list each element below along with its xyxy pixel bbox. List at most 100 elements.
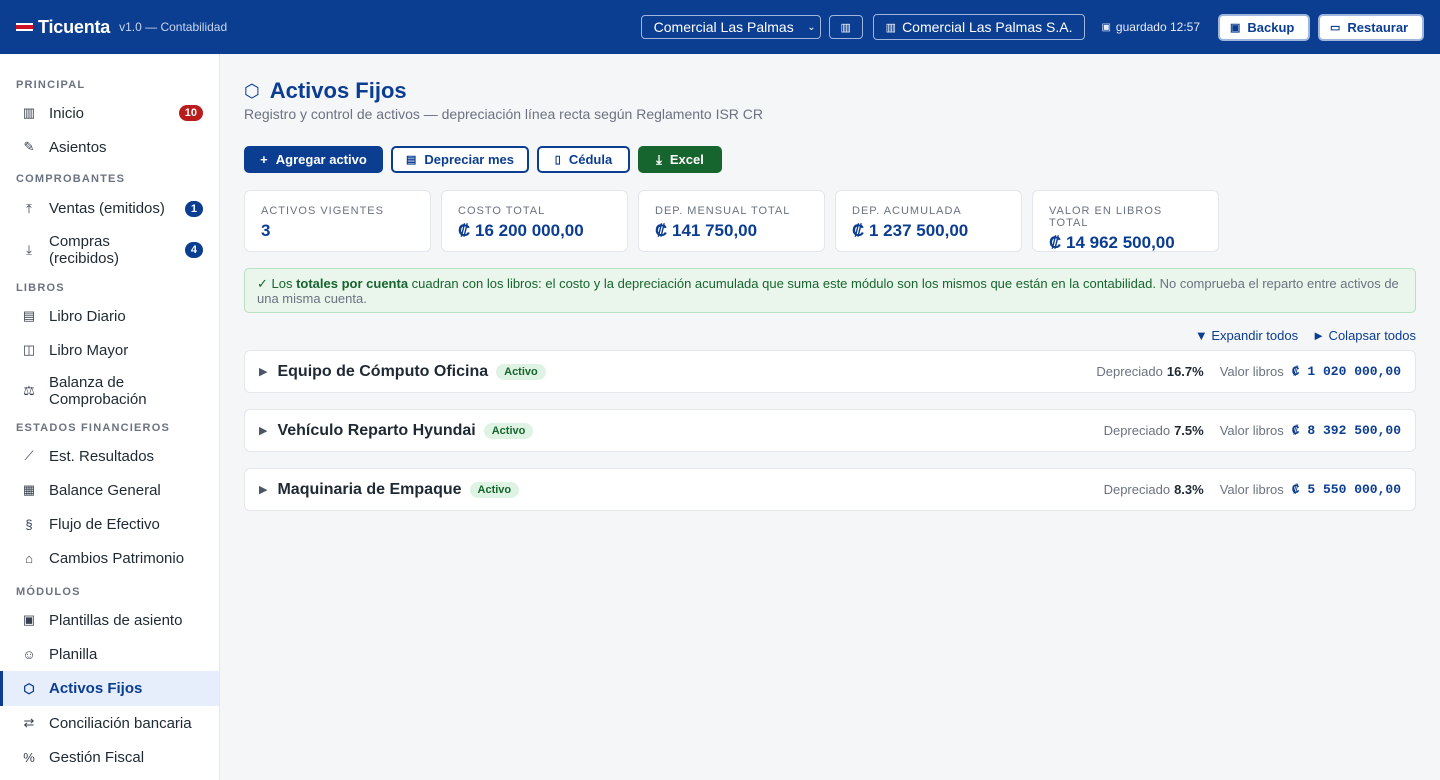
backup-button[interactable]: ▣ Backup xyxy=(1218,13,1310,41)
sidebar-item-label: Libro Diario xyxy=(49,307,126,325)
page-subtitle: Registro y control de activos — deprecia… xyxy=(244,106,764,122)
kpi-label: DEP. ACUMULADA xyxy=(852,205,962,217)
active-company-name: Comercial Las Palmas S.A. xyxy=(902,19,1073,35)
kpi-value: 3 xyxy=(261,221,271,240)
cedula-label: Cédula xyxy=(568,152,613,167)
notice-check: ✓ Los xyxy=(257,276,297,291)
depreciate-month-button[interactable]: ▤ Depreciar mes xyxy=(391,146,529,173)
sidebar-item-label: Libro Mayor xyxy=(49,341,129,359)
line-chart-icon: ⟋ xyxy=(24,448,34,463)
download-icon: ⤓ xyxy=(656,151,662,167)
sidebar-item-gestion-fiscal[interactable]: % Gestión Fiscal xyxy=(0,740,219,774)
kpi-activos-vigentes: ACTIVOS VIGENTES 3 xyxy=(244,190,431,252)
asset-row[interactable]: ▶ Equipo de Cómputo Oficina Activo Depre… xyxy=(244,350,1416,393)
scale-icon: ⚖ xyxy=(23,383,35,398)
depreciated-value: 8.3% xyxy=(1174,482,1204,497)
sidebar-section-estados: ESTADOS FINANCIEROS xyxy=(16,422,170,434)
sidebar-item-label: Balanza de Comprobación xyxy=(49,374,147,408)
expand-collapse-controls: ▼ Expandir todos ► Colapsar todos xyxy=(1195,328,1416,343)
depreciate-month-label: Depreciar mes xyxy=(424,152,515,167)
save-status: ▣ guardado 12:57 xyxy=(1101,20,1200,34)
sidebar-item-libro-mayor[interactable]: ◫ Libro Mayor xyxy=(0,333,219,367)
sidebar-item-plantillas[interactable]: ▣ Plantillas de asiento xyxy=(0,603,219,637)
sidebar-section-comprobantes: COMPROBANTES xyxy=(16,173,126,185)
sidebar-item-planilla[interactable]: ☺ Planilla xyxy=(0,637,219,671)
kpi-label: COSTO TOTAL xyxy=(458,205,546,217)
template-icon: ▣ xyxy=(22,612,36,627)
sidebar-item-balanza[interactable]: ⚖ Balanza de Comprobación xyxy=(0,367,219,415)
sidebar-item-label: Inicio xyxy=(49,104,85,122)
upload-icon: ⤒ xyxy=(26,200,32,216)
sidebar-item-activos-fijos[interactable]: ⬡ Activos Fijos xyxy=(0,671,219,706)
building-icon: ▥ xyxy=(840,21,851,34)
status-badge: Activo xyxy=(483,422,534,439)
sidebar-item-flujo-efectivo[interactable]: § Flujo de Efectivo xyxy=(0,507,219,541)
table-icon: ▦ xyxy=(22,482,36,497)
collapse-all-link[interactable]: ► Colapsar todos xyxy=(1312,328,1416,343)
floppy-icon: ▣ xyxy=(1230,21,1241,34)
add-asset-label: Agregar activo xyxy=(275,152,367,167)
sidebar-section-libros: LIBROS xyxy=(16,282,65,294)
active-company-chip[interactable]: ▥ Comercial Las Palmas S.A. xyxy=(872,14,1086,40)
sidebar-item-label: Conciliación bancaria xyxy=(49,714,192,732)
expand-triangle-icon[interactable]: ▶ xyxy=(259,424,267,437)
brand[interactable]: Ticuenta v1.0 — Contabilidad xyxy=(16,17,227,38)
sidebar-item-balance-general[interactable]: ▦ Balance General xyxy=(0,473,219,507)
sidebar-item-label: Gestión Fiscal xyxy=(49,748,145,766)
save-icon: ▣ xyxy=(1101,21,1111,33)
document-icon: ▯ xyxy=(554,154,561,166)
box-icon: ⬡ xyxy=(23,680,35,696)
folder-open-icon: ▭ xyxy=(1330,21,1341,34)
restore-button[interactable]: ▭ Restaurar xyxy=(1318,13,1424,41)
kpi-value: ₡ 1 237 500,00 xyxy=(852,221,969,240)
notice-emphasis: totales por cuenta xyxy=(296,276,409,291)
cash-flow-icon: § xyxy=(25,516,33,532)
expand-all-link[interactable]: ▼ Expandir todos xyxy=(1195,328,1298,343)
kpi-label: DEP. MENSUAL TOTAL xyxy=(655,205,791,217)
download-icon: ⤓ xyxy=(26,242,32,257)
plus-icon: + xyxy=(260,152,268,167)
reconciliation-notice: ✓ Los totales por cuenta cuadran con los… xyxy=(244,268,1416,313)
asset-row[interactable]: ▶ Vehículo Reparto Hyundai Activo Deprec… xyxy=(244,409,1416,452)
sidebar-item-libro-diario[interactable]: ▤ Libro Diario xyxy=(0,299,219,333)
sidebar-item-label: Planilla xyxy=(49,645,98,663)
clipboard-icon: ▤ xyxy=(405,154,417,166)
book-value-label: Valor libros xyxy=(1219,482,1284,497)
asset-row[interactable]: ▶ Maquinaria de Empaque Activo Depreciad… xyxy=(244,468,1416,511)
company-select[interactable]: Comercial Las Palmas S.A. ⌄ xyxy=(640,15,821,39)
status-badge: Activo xyxy=(469,481,520,498)
users-icon: ☺ xyxy=(22,646,36,662)
depreciated-label: Depreciado xyxy=(1103,482,1171,497)
sidebar-item-label: Balance General xyxy=(49,481,161,499)
company-manage-button[interactable]: ▥ xyxy=(828,15,863,39)
add-asset-button[interactable]: + Agregar activo xyxy=(244,146,383,173)
kpi-dep-mensual: DEP. MENSUAL TOTAL ₡ 141 750,00 xyxy=(638,190,825,252)
sidebar-item-est-resultados[interactable]: ⟋ Est. Resultados xyxy=(0,439,219,473)
sidebar-item-asientos[interactable]: ✎ Asientos xyxy=(0,130,219,164)
sidebar-item-label: Plantillas de asiento xyxy=(49,611,183,629)
sidebar-item-label: Compras (recibidos) xyxy=(49,233,120,267)
kpi-value: ₡ 141 750,00 xyxy=(655,221,758,240)
sidebar-item-conciliacion[interactable]: ⇄ Conciliación bancaria xyxy=(0,706,219,740)
book-value: ₡ 5 550 000,00 xyxy=(1291,482,1401,497)
save-status-text: guardado 12:57 xyxy=(1115,20,1200,34)
asset-name: Vehículo Reparto Hyundai xyxy=(277,421,476,439)
restore-label: Restaurar xyxy=(1347,19,1409,35)
percent-icon: % xyxy=(23,749,35,765)
sidebar-item-ventas[interactable]: ⤒ Ventas (emitidos) 1 xyxy=(0,190,219,227)
kpi-costo-total: COSTO TOTAL ₡ 16 200 000,00 xyxy=(441,190,628,252)
cedula-button[interactable]: ▯ Cédula xyxy=(537,146,630,173)
book-value: ₡ 8 392 500,00 xyxy=(1291,423,1401,438)
expand-triangle-icon[interactable]: ▶ xyxy=(259,365,267,378)
expand-triangle-icon[interactable]: ▶ xyxy=(259,483,267,496)
sidebar-item-compras[interactable]: ⤓ Compras (recibidos) 4 xyxy=(0,227,219,273)
chevron-down-icon: ⌄ xyxy=(807,21,816,33)
app-version: v1.0 — Contabilidad xyxy=(119,20,228,34)
ventas-count-badge: 1 xyxy=(184,200,203,217)
excel-export-button[interactable]: ⤓ Excel xyxy=(638,146,722,173)
sidebar-item-inicio[interactable]: ▥ Inicio 10 xyxy=(0,96,219,130)
asset-name: Maquinaria de Empaque xyxy=(277,480,462,498)
sidebar-item-label: Activos Fijos xyxy=(49,680,143,697)
sidebar-item-cambios-patrimonio[interactable]: ⌂ Cambios Patrimonio xyxy=(0,541,219,575)
top-bar: Ticuenta v1.0 — Contabilidad Comercial L… xyxy=(0,0,1440,54)
